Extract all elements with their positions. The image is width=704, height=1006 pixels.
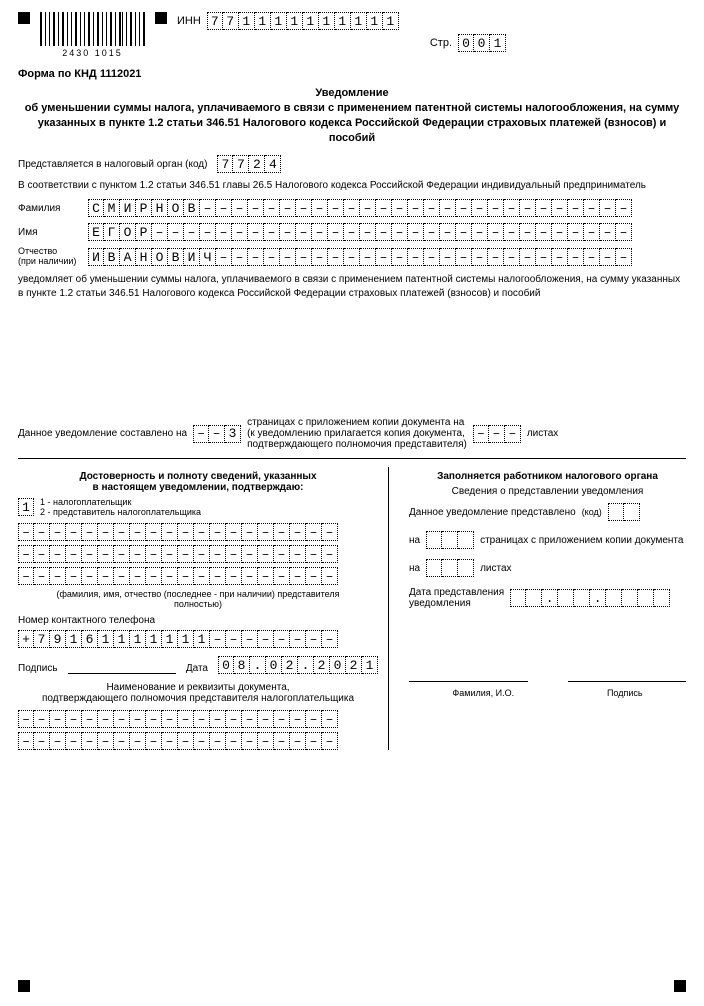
- tax-authority-cells: 7724: [217, 155, 281, 173]
- r-date-cells: ..: [510, 589, 670, 607]
- pages-cells: 3: [193, 425, 241, 443]
- r-b: на: [409, 535, 420, 546]
- declares-text: уведомляет об уменьшении суммы налога, у…: [18, 273, 686, 301]
- date-cells: 08.02.2021: [218, 656, 378, 674]
- page-label: Стр.: [430, 37, 452, 49]
- page-cells: 001: [458, 34, 506, 52]
- r-fio-label: Фамилия, И.О.: [452, 688, 514, 698]
- r-b2: страницах с приложением копии документа: [480, 535, 683, 546]
- left-heading: Достоверность и полноту сведений, указан…: [18, 471, 378, 493]
- marker-top-left: [18, 12, 30, 24]
- pages-label-c: листах: [527, 428, 558, 439]
- patronymic-label: Отчество(при наличии): [18, 247, 78, 267]
- rep-name-row-2: [18, 545, 378, 563]
- right-heading: Заполняется работником налогового органа: [409, 471, 686, 482]
- r-d: Дата представления уведомления: [409, 587, 504, 609]
- barcode-numbers: 2430 1015: [62, 48, 123, 58]
- barcode: 2430 1015: [40, 12, 145, 58]
- name-label: Имя: [18, 227, 78, 238]
- preamble: В соответствии с пунктом 1.2 статьи 346.…: [18, 179, 686, 193]
- r-sign-line: [568, 669, 687, 682]
- right-sub: Сведения о представлении уведомления: [409, 486, 686, 497]
- patronymic-cells: ИВАНОВИЧ: [88, 248, 632, 266]
- rep-name-row-3: [18, 567, 378, 585]
- r-code-cells: [608, 503, 640, 521]
- r-sheets-cells: [426, 559, 474, 577]
- doc-title: Уведомлениеоб уменьшении суммы налога, у…: [18, 86, 686, 145]
- name-cells: ЕГОР: [88, 223, 632, 241]
- rep-name-row-1: [18, 523, 378, 541]
- phone-label: Номер контактного телефона: [18, 615, 378, 626]
- inn-label: ИНН: [177, 15, 201, 27]
- pages-label-a: Данное уведомление составлено на: [18, 428, 187, 439]
- r-fio-line: [409, 669, 528, 682]
- pages-label-b: страницах с приложением копии документа …: [247, 417, 467, 450]
- r-code: (код): [582, 507, 602, 517]
- sign-line: [68, 661, 176, 674]
- doc-row-2: [18, 732, 378, 750]
- surname-cells: СМИРНОВ: [88, 199, 632, 217]
- inn-cells: 771111111111: [207, 12, 399, 30]
- declarer-kind-cell: 1: [18, 498, 34, 516]
- r-sign-label: Подпись: [607, 688, 643, 698]
- marker-bottom-right: [674, 980, 686, 992]
- date-label: Дата: [186, 663, 208, 674]
- doc-row-1: [18, 710, 378, 728]
- surname-label: Фамилия: [18, 203, 78, 214]
- r-pages-cells: [426, 531, 474, 549]
- r-a: Данное уведомление представлено: [409, 507, 576, 518]
- rep-note: (фамилия, имя, отчество (последнее - при…: [18, 589, 378, 609]
- form-code: Форма по КНД 1112021: [18, 68, 686, 80]
- sign-label: Подпись: [18, 663, 58, 674]
- marker-top-mid: [155, 12, 167, 24]
- marker-bottom-left: [18, 980, 30, 992]
- sheets-cells: [473, 425, 521, 443]
- r-c2: листах: [480, 563, 511, 574]
- doc-heading: Наименование и реквизиты документа, подт…: [18, 682, 378, 704]
- tax-authority-label: Представляется в налоговый орган (код): [18, 159, 207, 170]
- r-c: на: [409, 563, 420, 574]
- phone-cells: +79161111111: [18, 630, 378, 648]
- declarer-kind-options: 1 - налогоплательщик 2 - представитель н…: [40, 497, 201, 517]
